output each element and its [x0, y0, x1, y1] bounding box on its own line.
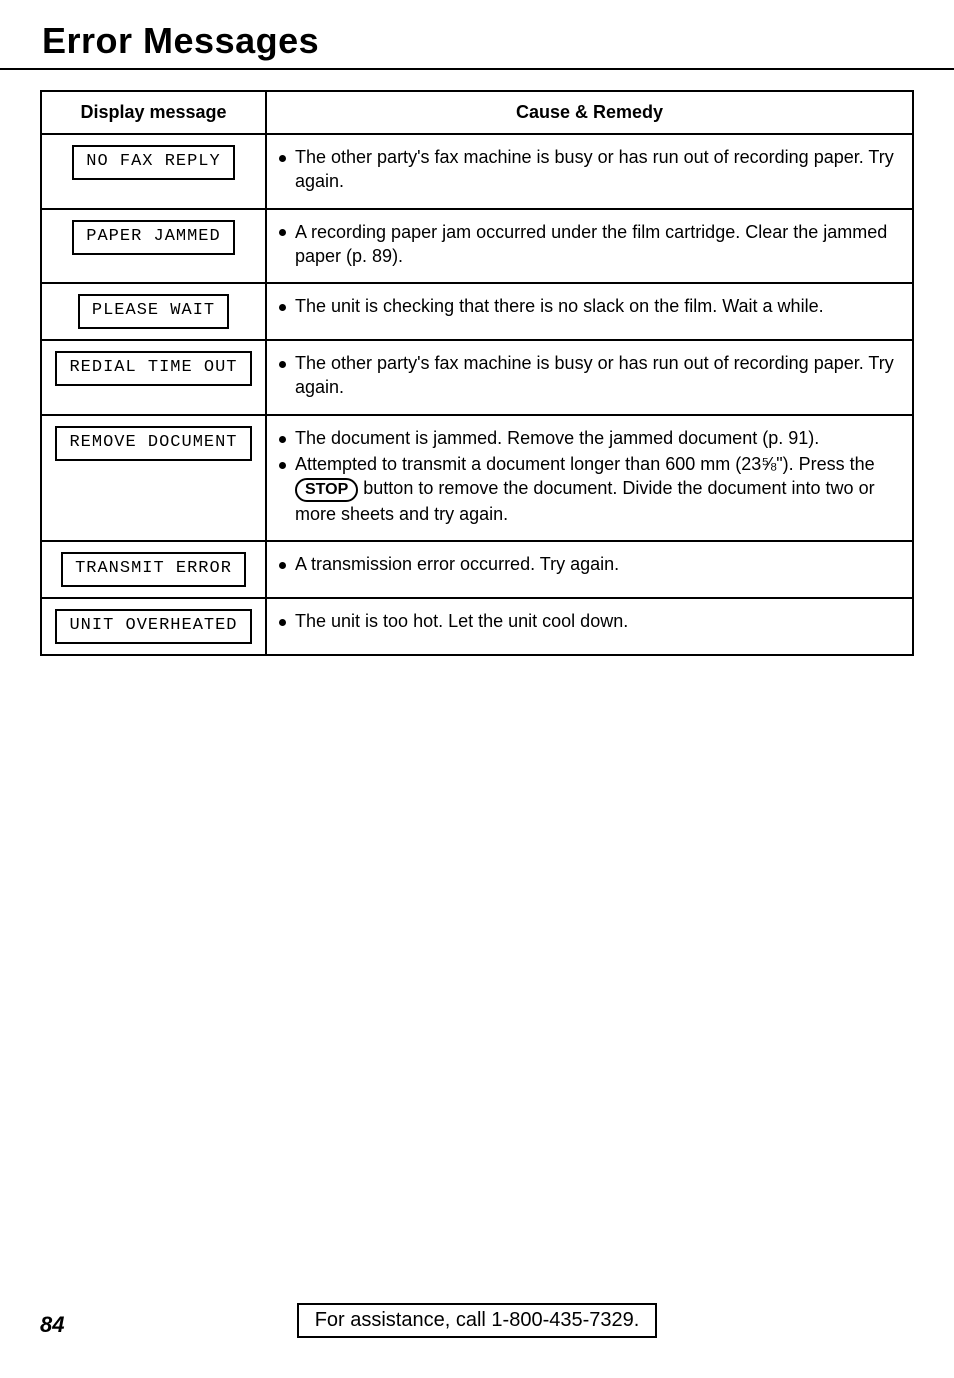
remedy-cell: The document is jammed. Remove the jamme… — [266, 415, 913, 541]
remedy-cell: The unit is too hot. Let the unit cool d… — [266, 598, 913, 655]
remedy-cell: A transmission error occurred. Try again… — [266, 541, 913, 598]
error-table: Display message Cause & Remedy NO FAX RE… — [40, 90, 914, 656]
display-message-box: REDIAL TIME OUT — [55, 351, 251, 386]
display-message-cell: REDIAL TIME OUT — [41, 340, 266, 415]
remedy-list: The document is jammed. Remove the jamme… — [277, 426, 902, 526]
title-rule — [0, 68, 954, 70]
table-row: PAPER JAMMED A recording paper jam occurr… — [41, 209, 913, 284]
remedy-text: A transmission error occurred. Try again… — [295, 554, 619, 574]
display-message-cell: REMOVE DOCUMENT — [41, 415, 266, 541]
display-message-cell: PLEASE WAIT — [41, 283, 266, 340]
table-row: TRANSMIT ERROR A transmission error occur… — [41, 541, 913, 598]
display-message-cell: UNIT OVERHEATED — [41, 598, 266, 655]
remedy-cell: The other party's fax machine is busy or… — [266, 340, 913, 415]
remedy-text: The other party's fax machine is busy or… — [295, 147, 894, 191]
remedy-item: Attempted to transmit a document longer … — [277, 452, 902, 526]
remedy-list: A recording paper jam occurred under the… — [277, 220, 902, 269]
th-remedy: Cause & Remedy — [266, 91, 913, 134]
remedy-list: The unit is too hot. Let the unit cool d… — [277, 609, 902, 633]
remedy-list: The other party's fax machine is busy or… — [277, 145, 902, 194]
remedy-cell: A recording paper jam occurred under the… — [266, 209, 913, 284]
remedy-cell: The unit is checking that there is no sl… — [266, 283, 913, 340]
remedy-item: A recording paper jam occurred under the… — [277, 220, 902, 269]
display-message-cell: PAPER JAMMED — [41, 209, 266, 284]
page-title: Error Messages — [42, 20, 914, 62]
display-message-box: NO FAX REPLY — [72, 145, 234, 180]
remedy-item: A transmission error occurred. Try again… — [277, 552, 902, 576]
table-row: REMOVE DOCUMENT The document is jammed. R… — [41, 415, 913, 541]
display-message-box: UNIT OVERHEATED — [55, 609, 251, 644]
remedy-text: The unit is too hot. Let the unit cool d… — [295, 611, 628, 631]
th-display: Display message — [41, 91, 266, 134]
remedy-item: The unit is checking that there is no sl… — [277, 294, 902, 318]
remedy-list: The other party's fax machine is busy or… — [277, 351, 902, 400]
table-row: UNIT OVERHEATED The unit is too hot. Let … — [41, 598, 913, 655]
display-message-cell: NO FAX REPLY — [41, 134, 266, 209]
display-message-box: PLEASE WAIT — [78, 294, 229, 329]
remedy-text: The other party's fax machine is busy or… — [295, 353, 894, 397]
remedy-list: The unit is checking that there is no sl… — [277, 294, 902, 318]
page-number: 84 — [40, 1312, 64, 1338]
remedy-text: The unit is checking that there is no sl… — [295, 296, 824, 316]
table-row: REDIAL TIME OUT The other party's fax mac… — [41, 340, 913, 415]
remedy-item: The document is jammed. Remove the jamme… — [277, 426, 902, 450]
remedy-item: The other party's fax machine is busy or… — [277, 145, 902, 194]
assistance-box: For assistance, call 1-800-435-7329. — [297, 1303, 658, 1338]
display-message-box: TRANSMIT ERROR — [61, 552, 246, 587]
stop-button-label: STOP — [295, 478, 358, 501]
display-message-cell: TRANSMIT ERROR — [41, 541, 266, 598]
remedy-item: The unit is too hot. Let the unit cool d… — [277, 609, 902, 633]
remedy-text: The document is jammed. Remove the jamme… — [295, 428, 819, 448]
remedy-text: A recording paper jam occurred under the… — [295, 222, 887, 266]
display-message-box: REMOVE DOCUMENT — [55, 426, 251, 461]
remedy-text-post: button to remove the document. Divide th… — [295, 478, 875, 523]
remedy-cell: The other party's fax machine is busy or… — [266, 134, 913, 209]
remedy-text-pre: Attempted to transmit a document longer … — [295, 454, 875, 474]
display-message-box: PAPER JAMMED — [72, 220, 234, 255]
page-footer: 84 For assistance, call 1-800-435-7329. — [40, 1303, 914, 1338]
remedy-list: A transmission error occurred. Try again… — [277, 552, 902, 576]
remedy-item: The other party's fax machine is busy or… — [277, 351, 902, 400]
table-row: NO FAX REPLY The other party's fax machin… — [41, 134, 913, 209]
table-row: PLEASE WAIT The unit is checking that the… — [41, 283, 913, 340]
